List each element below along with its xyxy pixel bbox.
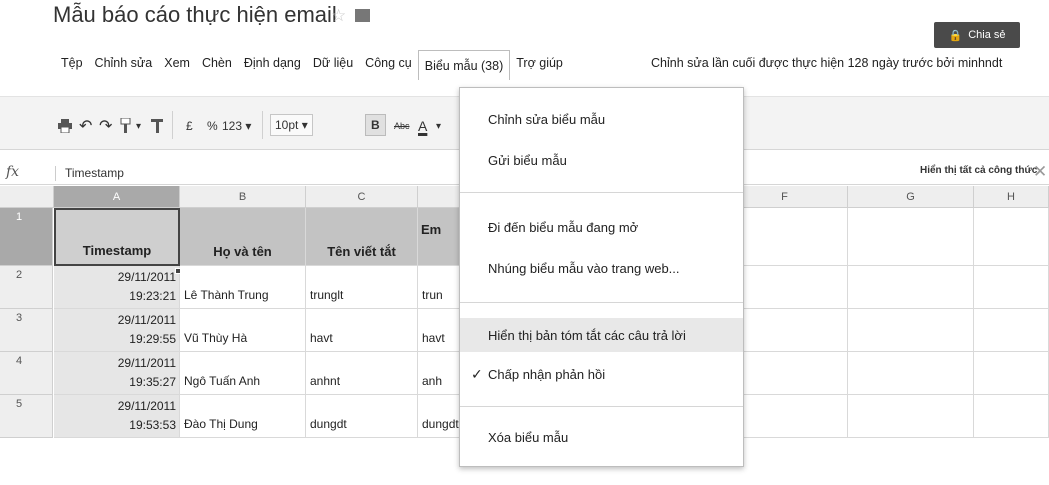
cell-h1[interactable] <box>974 208 1049 266</box>
menu-help[interactable]: Trợ giúp <box>510 50 569 76</box>
strikethrough-button[interactable]: Abc <box>394 116 410 136</box>
menu-item-accept-responses[interactable]: ✓ Chấp nhận phản hồi <box>460 357 743 391</box>
time: 19:35:27 <box>129 375 176 389</box>
menu-data[interactable]: Dữ liệu <box>307 50 359 76</box>
cell-h3[interactable] <box>974 309 1049 352</box>
cell-b2[interactable]: Lê Thành Trung <box>180 266 306 309</box>
menu-bar: Tệp Chỉnh sửa Xem Chèn Định dạng Dữ liệu… <box>55 50 569 80</box>
paint-dropdown-icon[interactable]: ▾ <box>136 116 141 136</box>
time: 19:53:53 <box>129 418 176 432</box>
toolbar-divider <box>172 111 173 139</box>
text-color-dropdown-icon[interactable]: ▾ <box>436 116 441 136</box>
menu-item-show-summary[interactable]: Hiển thị bản tóm tắt các câu trả lời <box>460 318 743 352</box>
cell-c1[interactable]: Tên viết tắt <box>306 208 418 266</box>
cell-a4[interactable]: 29/11/2011 19:35:27 <box>54 352 180 395</box>
paint-format-icon[interactable] <box>119 116 133 136</box>
row-header-5[interactable]: 5 <box>0 395 53 438</box>
menu-item-delete-form[interactable]: Xóa biểu mẫu <box>460 420 743 454</box>
bold-button[interactable]: B <box>365 114 386 136</box>
print-icon[interactable] <box>57 116 73 136</box>
menu-item-go-to-live-form[interactable]: Đi đến biểu mẫu đang mở <box>460 210 743 244</box>
menu-item-edit-form[interactable]: Chỉnh sửa biểu mẫu <box>460 102 743 136</box>
menu-divider <box>460 406 743 407</box>
row-header-1[interactable]: 1 <box>0 208 53 266</box>
share-label: Chia sẻ <box>968 29 1006 41</box>
document-title[interactable]: Mẫu báo cáo thực hiện email <box>53 2 337 28</box>
row-header-2[interactable]: 2 <box>0 266 53 309</box>
formula-input[interactable]: Timestamp <box>55 166 124 181</box>
cell-b5[interactable]: Đào Thị Dung <box>180 395 306 438</box>
cell-c5[interactable]: dungdt <box>306 395 418 438</box>
row-header-3[interactable]: 3 <box>0 309 53 352</box>
undo-icon[interactable]: ↶ <box>79 116 92 136</box>
date: 29/11/2011 <box>117 270 176 284</box>
column-header-h[interactable]: H <box>974 186 1049 208</box>
fill-handle[interactable] <box>175 268 181 274</box>
menu-form[interactable]: Biểu mẫu (38) <box>417 50 511 80</box>
accept-responses-label: Chấp nhận phản hồi <box>488 366 606 382</box>
toolbar-divider <box>262 111 263 139</box>
cell-c2[interactable]: trunglt <box>306 266 418 309</box>
time: 19:23:21 <box>129 289 176 303</box>
last-edit-link[interactable]: Chỉnh sửa lần cuối được thực hiện 128 ng… <box>651 56 1002 70</box>
text-color-button[interactable]: A <box>418 116 427 136</box>
date: 29/11/2011 <box>117 313 176 327</box>
menu-item-embed-form[interactable]: Nhúng biểu mẫu vào trang web... <box>460 251 743 285</box>
cell-g3[interactable] <box>848 309 974 352</box>
cell-c3[interactable]: havt <box>306 309 418 352</box>
cell-c4[interactable]: anhnt <box>306 352 418 395</box>
cell-h4[interactable] <box>974 352 1049 395</box>
column-header-c[interactable]: C <box>306 186 418 208</box>
select-all-corner[interactable] <box>0 186 54 208</box>
close-icon[interactable]: ✕ <box>1033 162 1047 182</box>
currency-format[interactable]: £ <box>186 116 193 136</box>
cell-b3[interactable]: Vũ Thùy Hà <box>180 309 306 352</box>
cell-g2[interactable] <box>848 266 974 309</box>
cell-b4[interactable]: Ngô Tuấn Anh <box>180 352 306 395</box>
fx-icon: fx <box>6 164 20 180</box>
number-format-dropdown[interactable]: 123 ▾ <box>222 116 251 136</box>
row-header-4[interactable]: 4 <box>0 352 53 395</box>
column-format-icon[interactable] <box>151 116 163 136</box>
star-icon[interactable]: ☆ <box>331 6 346 26</box>
menu-divider <box>460 192 743 193</box>
cell-a1[interactable]: Timestamp <box>54 208 180 266</box>
cell-g4[interactable] <box>848 352 974 395</box>
show-all-formulas-button[interactable]: Hiển thị tất cả công thức <box>920 165 1037 176</box>
time: 19:29:55 <box>129 332 176 346</box>
date: 29/11/2011 <box>117 399 176 413</box>
share-button[interactable]: 🔒 Chia sẻ <box>934 22 1020 48</box>
column-header-a[interactable]: A <box>54 186 180 208</box>
menu-insert[interactable]: Chèn <box>196 50 238 76</box>
menu-edit[interactable]: Chỉnh sửa <box>89 50 159 76</box>
folder-icon[interactable] <box>355 9 370 22</box>
menu-tools[interactable]: Công cụ <box>359 50 418 76</box>
menu-divider <box>460 302 743 303</box>
cell-g5[interactable] <box>848 395 974 438</box>
menu-view[interactable]: Xem <box>158 50 196 76</box>
cell-a3[interactable]: 29/11/2011 19:29:55 <box>54 309 180 352</box>
column-header-b[interactable]: B <box>180 186 306 208</box>
percent-format[interactable]: % <box>207 116 218 136</box>
cell-b1[interactable]: Họ và tên <box>180 208 306 266</box>
cell-a2[interactable]: 29/11/2011 19:23:21 <box>54 266 180 309</box>
menu-item-send-form[interactable]: Gửi biểu mẫu <box>460 143 743 177</box>
cell-g1[interactable] <box>848 208 974 266</box>
menu-file[interactable]: Tệp <box>55 50 89 76</box>
spreadsheet-app: Mẫu báo cáo thực hiện email ☆ 🔒 Chia sẻ … <box>0 0 1049 485</box>
cell-h2[interactable] <box>974 266 1049 309</box>
cell-h5[interactable] <box>974 395 1049 438</box>
menu-format[interactable]: Định dạng <box>238 50 307 76</box>
font-size-select[interactable]: 10pt ▾ <box>270 114 313 136</box>
redo-icon[interactable]: ↷ <box>99 116 112 136</box>
lock-icon: 🔒 <box>948 29 963 42</box>
checkmark-icon: ✓ <box>471 365 483 382</box>
cell-a5[interactable]: 29/11/2011 19:53:53 <box>54 395 180 438</box>
column-header-g[interactable]: G <box>848 186 974 208</box>
form-menu-dropdown: Chỉnh sửa biểu mẫu Gửi biểu mẫu Đi đến b… <box>459 87 744 467</box>
date: 29/11/2011 <box>117 356 176 370</box>
